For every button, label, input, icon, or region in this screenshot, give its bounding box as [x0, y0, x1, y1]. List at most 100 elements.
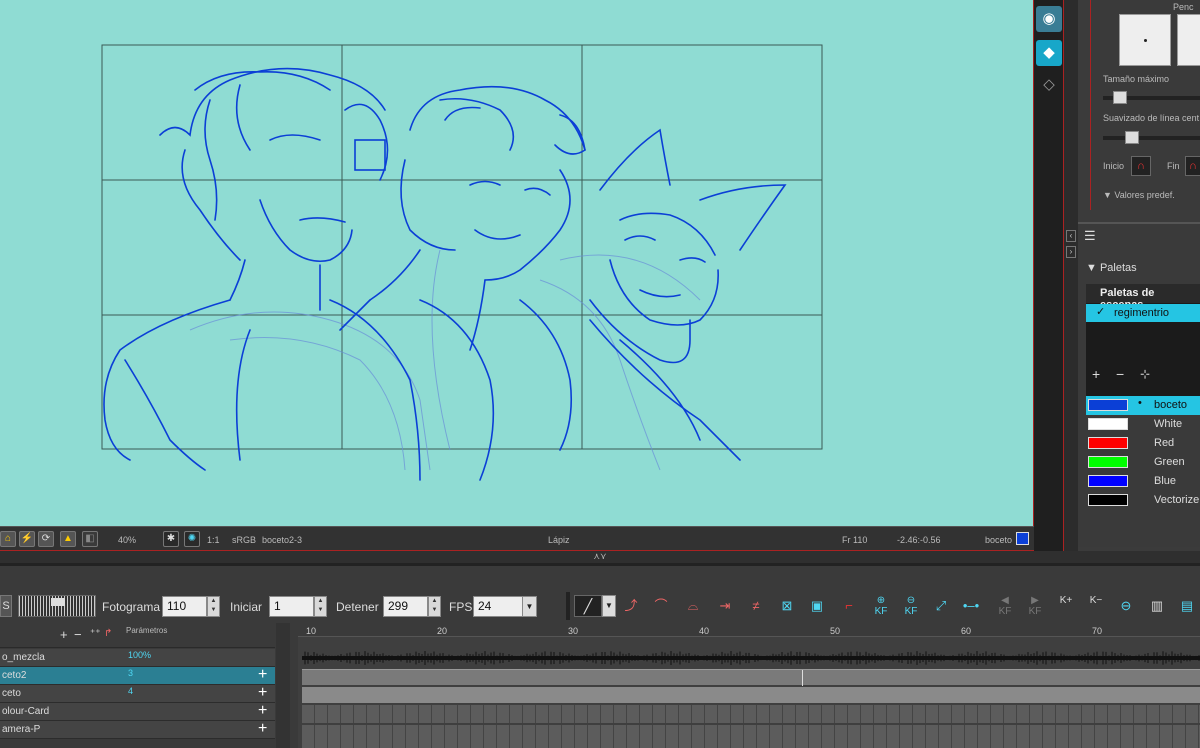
swatch-row[interactable]: Green: [1086, 453, 1200, 472]
add-keyframe-icon[interactable]: ⌐: [838, 595, 860, 617]
playback-speed-slider[interactable]: [18, 595, 96, 617]
remove-key-minus-icon[interactable]: K−: [1085, 595, 1107, 617]
field-guide-grid: [101, 44, 823, 450]
end-tip-icon[interactable]: ∩: [1185, 156, 1200, 176]
layer-name: o_mezcla: [2, 652, 45, 663]
sound-waveform-track[interactable]: [302, 651, 1200, 665]
panel-menu-icon[interactable]: ☰: [1084, 228, 1096, 244]
remove-kf-icon[interactable]: ⊖ KF: [900, 595, 922, 617]
layers-icon[interactable]: ◆: [1036, 40, 1062, 66]
expand-layer-icon[interactable]: +: [258, 702, 267, 720]
start-frame-spinner[interactable]: ▲ ▼: [314, 596, 327, 617]
swatch-name: Green: [1154, 456, 1185, 468]
palettes-section-toggle[interactable]: ▼ Paletas: [1086, 262, 1137, 274]
add-palette-icon[interactable]: +: [1092, 366, 1100, 382]
swatch-color: [1088, 456, 1128, 468]
swatch-row[interactable]: Vectorize: [1086, 491, 1200, 510]
layer-stack-icon[interactable]: ◇: [1036, 72, 1062, 98]
constant-segment-icon[interactable]: •–•: [960, 595, 982, 617]
palette-item-regimentrio[interactable]: ✓ regimentrio: [1086, 304, 1200, 322]
extend-exposure-icon[interactable]: ▣: [806, 595, 828, 617]
zoom-level[interactable]: 40%: [118, 535, 136, 545]
next-kf-icon[interactable]: ▶ KF: [1024, 595, 1046, 617]
layer-row[interactable]: o_mezcla 100%: [0, 649, 275, 667]
add-key-plus-icon[interactable]: K+: [1055, 595, 1077, 617]
curve-reverse-icon[interactable]: ⌓: [682, 595, 704, 617]
camera-mask-icon[interactable]: ◧: [82, 531, 98, 547]
expand-layer-icon[interactable]: +: [258, 666, 267, 684]
smoothing-slider-track[interactable]: [1103, 136, 1200, 140]
set-ease-icon[interactable]: ⤢: [930, 595, 952, 617]
ruler-tick-label: 30: [568, 626, 579, 636]
boceto-track[interactable]: [302, 687, 1200, 703]
layer-list-scrollbar[interactable]: [276, 623, 290, 748]
swatch-row[interactable]: Blue: [1086, 472, 1200, 491]
swatch-name: Blue: [1154, 475, 1177, 487]
swatch-row[interactable]: Red: [1086, 434, 1200, 453]
lock-icon[interactable]: ⌂: [0, 531, 16, 547]
swatch-color: [1088, 399, 1128, 411]
fps-field[interactable]: 24: [473, 596, 523, 617]
frame-field[interactable]: 110: [162, 596, 207, 617]
remove-layer-icon[interactable]: −: [74, 627, 82, 642]
layer-row[interactable]: olour-Card +: [0, 702, 275, 721]
fps-dropdown-icon[interactable]: ▼: [522, 596, 537, 617]
stop-frame-spinner[interactable]: ▲ ▼: [428, 596, 441, 617]
current-color-swatch[interactable]: [1016, 532, 1029, 545]
color-wheel-icon[interactable]: ✺: [184, 531, 200, 547]
ruler-tick-label: 50: [830, 626, 841, 636]
max-size-slider-handle[interactable]: [1113, 91, 1127, 104]
swatch-row[interactable]: White: [1086, 415, 1200, 434]
swatch-row[interactable]: • boceto: [1086, 396, 1200, 415]
collapse-right-icon[interactable]: ›: [1066, 246, 1076, 258]
colour-card-track[interactable]: [302, 705, 1200, 723]
stop-motion-icon[interactable]: ≠: [745, 595, 767, 617]
ease-in-out-icon[interactable]: ⤴: [620, 595, 642, 617]
drawing-canvas[interactable]: [0, 0, 1034, 526]
drawing-substitution-icon[interactable]: ⊠: [776, 595, 798, 617]
add-layer-icon[interactable]: +: [60, 627, 68, 642]
presets-toggle[interactable]: ▼ Valores predef.: [1103, 190, 1175, 200]
panel-splitter[interactable]: ⋏⋎: [0, 551, 1200, 563]
clone-palette-icon[interactable]: ⊹: [1140, 367, 1150, 381]
remove-palette-icon[interactable]: −: [1116, 366, 1124, 382]
light-table-icon[interactable]: ▲: [60, 531, 76, 547]
onion-skin-icon[interactable]: ⊖: [1115, 595, 1137, 617]
add-peg-icon[interactable]: ⁺⁺: [90, 628, 101, 639]
lightning-icon[interactable]: ⚡: [19, 531, 35, 547]
add-kf-icon[interactable]: ⊕ KF: [870, 595, 892, 617]
show-manager-icon[interactable]: ▤: [1176, 595, 1198, 617]
frame-ruler[interactable]: 10 20 30 40 50 60 70: [298, 623, 1200, 637]
layer-row[interactable]: ceto 4 +: [0, 684, 275, 703]
swatch-color: [1088, 418, 1128, 430]
brush-preview-large[interactable]: [1177, 14, 1200, 66]
prev-kf-icon[interactable]: ◀ KF: [994, 595, 1016, 617]
eye-icon[interactable]: ◉: [1036, 6, 1062, 32]
layer-row[interactable]: ceto2 3 +: [0, 666, 275, 685]
timeline-tracks[interactable]: 10 20 30 40 50 60 70: [298, 623, 1200, 748]
stop-frame-field[interactable]: 299: [383, 596, 428, 617]
gear-icon[interactable]: ✱: [163, 531, 179, 547]
start-tip-icon[interactable]: ∩: [1131, 156, 1151, 176]
brush-preview-small[interactable]: [1119, 14, 1171, 66]
start-frame-field[interactable]: 1: [269, 596, 314, 617]
hierarchy-icon[interactable]: ↱: [104, 628, 112, 639]
sound-scrub-button[interactable]: S: [0, 595, 12, 617]
zoom-ratio[interactable]: 1:1: [207, 535, 220, 545]
curve-icon[interactable]: ⌒: [650, 595, 672, 617]
frame-spinner[interactable]: ▲ ▼: [207, 596, 220, 617]
rotate-view-icon[interactable]: ⟳: [38, 531, 54, 547]
current-drawing-name: boceto2-3: [262, 535, 303, 545]
interpolation-dropdown-icon[interactable]: ▼: [602, 595, 616, 617]
layer-row[interactable]: amera-P +: [0, 720, 275, 739]
interpolation-line-icon[interactable]: ╱: [574, 595, 602, 617]
boceto2-track[interactable]: [302, 669, 1200, 686]
smoothing-slider-handle[interactable]: [1125, 131, 1139, 144]
camera-track[interactable]: [302, 725, 1200, 748]
collapse-left-icon[interactable]: ‹: [1066, 230, 1076, 242]
motion-icon[interactable]: ⇥: [714, 595, 736, 617]
layer-properties-icon[interactable]: ▥: [1146, 595, 1168, 617]
expand-layer-icon[interactable]: +: [258, 720, 267, 738]
expand-layer-icon[interactable]: +: [258, 684, 267, 702]
layer-param-value: 3: [128, 668, 134, 678]
